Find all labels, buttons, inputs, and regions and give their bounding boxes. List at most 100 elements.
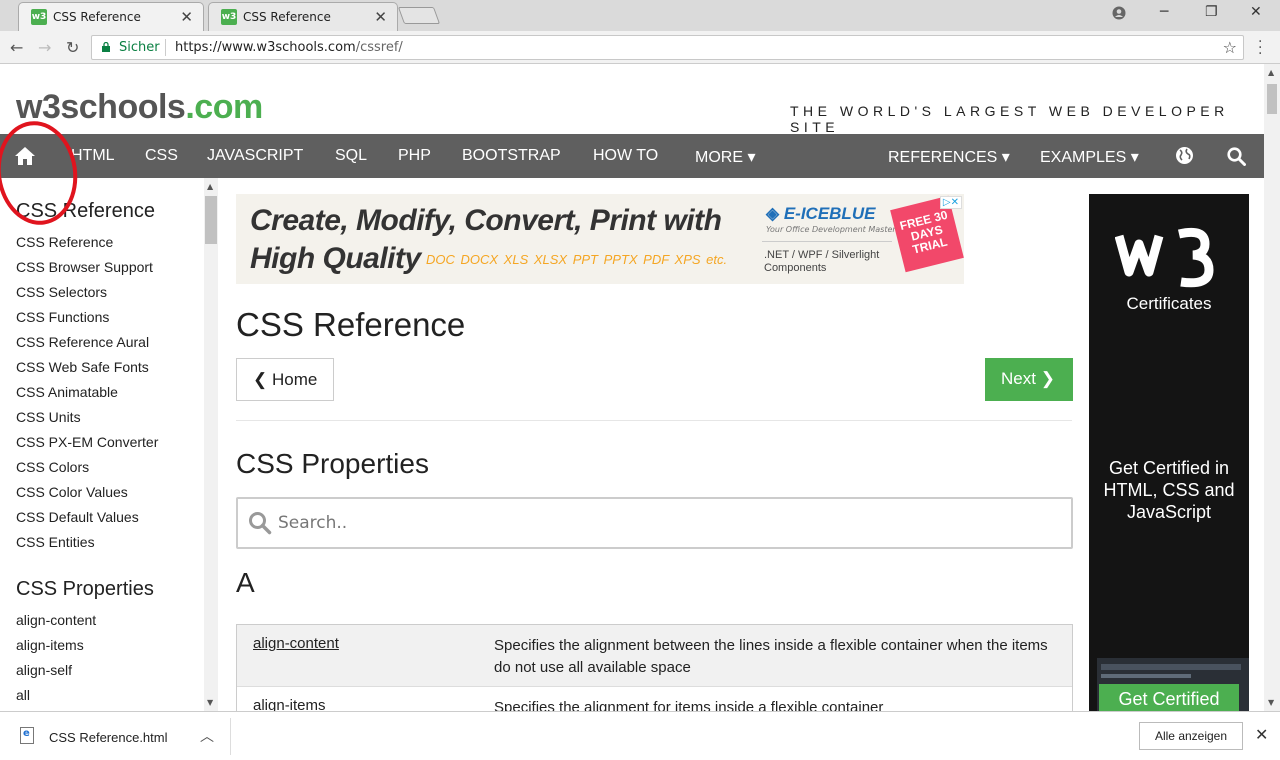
url-field[interactable]: Sicher https://www.w3schools.com/cssref/… [91,35,1244,60]
sidebar-link[interactable]: CSS Animatable [16,384,118,400]
certification-ad[interactable]: Certificates Get Certified in HTML, CSS … [1089,194,1249,711]
property-search-input[interactable] [278,511,1038,535]
secure-label: Sicher [119,40,160,55]
close-tab-icon[interactable]: ✕ [180,8,193,26]
ad-headline: Create, Modify, Convert, Print with [250,204,722,237]
scroll-up-arrow-icon[interactable]: ▲ [1268,68,1274,77]
logo-tld: .com [185,88,263,126]
show-all-downloads-button[interactable]: Alle anzeigen [1139,722,1243,750]
adchoices-icon[interactable]: ▷✕ [939,196,962,209]
sidebar-link[interactable]: CSS Default Values [16,509,139,525]
ad-formats: DOC DOCX XLS XLSX PPT PPTX PDF XPS etc. [426,252,728,267]
browser-menu-icon[interactable]: · · · [1258,35,1262,61]
sidebar-heading: CSS Properties [16,578,154,600]
sidebar-link[interactable]: CSS Selectors [16,284,107,300]
close-window-icon[interactable]: ✕ [1250,4,1262,20]
ad-divider [762,241,892,242]
minimize-icon[interactable]: ─ [1160,4,1168,20]
banner-ad[interactable]: Create, Modify, Convert, Print with High… [236,194,964,284]
scroll-down-arrow-icon[interactable]: ▼ [207,698,213,707]
close-download-bar-icon[interactable]: ✕ [1255,725,1268,744]
reload-icon[interactable]: ↻ [66,38,79,57]
profile-icon[interactable] [1112,6,1126,20]
sidebar-link[interactable]: CSS Units [16,409,81,425]
chevron-right-icon: ❯ [1040,369,1055,388]
sidebar-link[interactable]: all [16,687,30,703]
scroll-down-arrow-icon[interactable]: ▼ [1268,698,1274,707]
globe-icon[interactable] [1175,146,1194,165]
page-scrollbar[interactable]: ▲ ▼ [1264,64,1280,711]
nav-css[interactable]: CSS [145,147,178,165]
home-button-label: Home [271,370,318,389]
sidebar-scrollbar[interactable]: ▲ ▼ [204,178,218,711]
search-icon[interactable] [1227,147,1246,166]
nav-javascript[interactable]: JAVASCRIPT [207,147,303,165]
sidebar-link[interactable]: CSS Entities [16,534,95,550]
forward-icon[interactable]: → [38,38,51,57]
properties-table: align-content Specifies the alignment be… [236,624,1073,711]
lock-icon [102,42,110,52]
sidebar-link[interactable]: align-self [16,662,72,678]
sidebar-link[interactable]: CSS Reference Aural [16,334,149,350]
download-file-name[interactable]: CSS Reference.html [49,730,168,745]
scrollbar-thumb[interactable] [205,196,217,244]
get-certified-button[interactable]: Get Certified [1099,684,1239,711]
search-icon [249,512,272,535]
tab-title: CSS Reference [53,10,141,24]
ad-brand-subtitle: Your Office Development Master [766,225,896,234]
back-icon[interactable]: ← [10,38,23,57]
sidebar-link[interactable]: CSS PX-EM Converter [16,434,158,450]
download-bar: CSS Reference.html ︿ Alle anzeigen ✕ [0,711,1280,760]
new-tab-button[interactable] [397,7,441,24]
nav-sql[interactable]: SQL [335,147,367,165]
restore-icon[interactable]: ❐ [1205,4,1218,20]
sidebar-link[interactable]: align-content [16,612,96,628]
sidebar-link[interactable]: align-items [16,637,84,653]
browser-tab-strip: w3 CSS Reference ✕ w3 CSS Reference ✕ ─ … [0,0,1280,31]
nav-more-dropdown[interactable]: MORE ▾ [695,147,755,167]
letter-heading: A [236,567,255,598]
sidebar-link[interactable]: CSS Color Values [16,484,128,500]
property-search-box[interactable] [236,497,1073,549]
close-tab-icon[interactable]: ✕ [374,8,387,26]
w3schools-logo[interactable]: w3schools.com [16,88,263,127]
url-separator [165,39,166,56]
nav-howto[interactable]: HOW TO [593,147,658,165]
ad-brand: ◈ E-ICEBLUE [766,204,875,224]
sidebar-link[interactable]: CSS Functions [16,309,109,325]
nav-html[interactable]: HTML [71,147,115,165]
eiceblue-logo-icon: ◈ [766,204,780,223]
section-title: CSS Properties [236,448,429,479]
home-button[interactable]: ❮ Home [236,358,334,401]
tab-title: CSS Reference [243,10,331,24]
browser-tab[interactable]: w3 CSS Reference ✕ [208,2,398,31]
scroll-up-arrow-icon[interactable]: ▲ [207,182,213,191]
sidebar-link[interactable]: CSS Browser Support [16,259,153,275]
web-page: w3schools.com THE WORLD'S LARGEST WEB DE… [0,64,1264,711]
sidebar-link[interactable]: CSS Colors [16,459,89,475]
url-path: /cssref/ [355,40,403,55]
html-file-icon [20,727,34,744]
next-button[interactable]: Next ❯ [985,358,1073,401]
property-link[interactable]: align-content [253,635,339,652]
nav-bootstrap[interactable]: BOOTSTRAP [462,147,561,165]
ad-platforms: .NET / WPF / Silverlight Components [764,249,880,274]
page-title: CSS Reference [236,306,466,343]
browser-tab-active[interactable]: w3 CSS Reference ✕ [18,2,204,31]
scrollbar-thumb[interactable] [1267,84,1277,114]
chevron-up-icon[interactable]: ︿ [200,726,214,746]
table-row: align-items Specifies the alignment for … [237,687,1072,711]
ad-screen-bar [1101,664,1241,670]
property-description: Specifies the alignment between the line… [494,637,1048,676]
nav-references-dropdown[interactable]: REFERENCES ▾ [888,147,1010,167]
property-link[interactable]: align-items [253,697,326,711]
sidebar-link[interactable]: CSS Web Safe Fonts [16,359,149,375]
nav-examples-dropdown[interactable]: EXAMPLES ▾ [1040,147,1139,167]
bookmark-star-icon[interactable]: ☆ [1223,38,1237,57]
url-text: https://www.w3schools.com/cssref/ [175,40,403,55]
ad-certified-text: Get Certified in HTML, CSS and JavaScrip… [1103,458,1235,522]
nav-php[interactable]: PHP [398,147,431,165]
sidebar-link[interactable]: CSS Reference [16,234,113,250]
ad-screen-bar [1101,674,1191,678]
w3-logo-icon [1115,227,1214,288]
